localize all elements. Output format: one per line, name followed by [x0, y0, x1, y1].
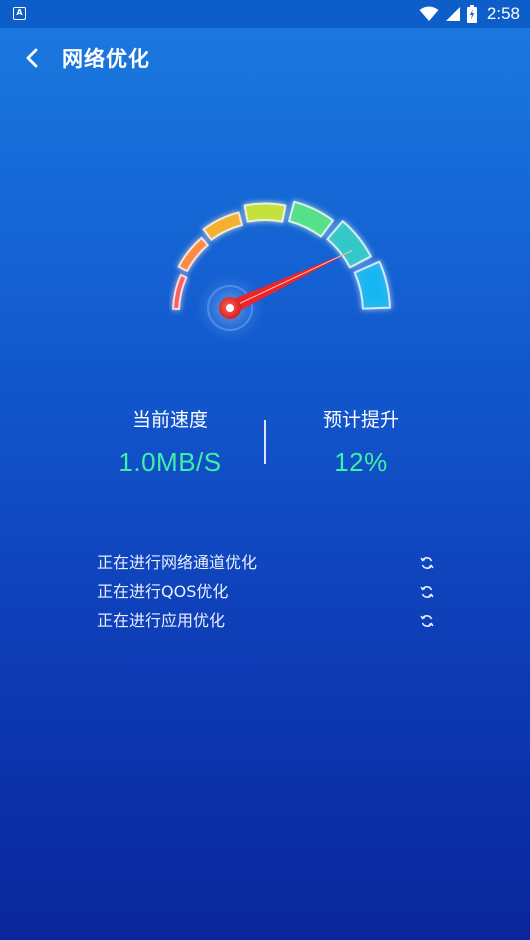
screen: A 2:58 网络优化 当前速度 1.0MB/S 预计提升 12% 正在进行网络… [0, 0, 530, 940]
speed-stats: 当前速度 1.0MB/S 预计提升 12% [0, 400, 530, 490]
task-item-qos: 正在进行QOS优化 [97, 577, 442, 606]
gauge-segment [353, 260, 391, 310]
optimization-task-list: 正在进行网络通道优化 正在进行QOS优化 正在进行应用优化 [97, 548, 442, 635]
cell-signal-icon [445, 7, 460, 21]
refresh-icon [420, 615, 434, 627]
app-header: 网络优化 [0, 28, 530, 88]
status-time: 2:58 [486, 4, 520, 23]
gauge-hub-dot [226, 304, 234, 312]
status-bar: A 2:58 [0, 0, 530, 28]
back-button[interactable] [14, 42, 50, 74]
refresh-icon [420, 557, 434, 569]
chevron-left-icon [26, 48, 38, 68]
speed-gauge [172, 200, 391, 342]
current-speed-stat: 当前速度 1.0MB/S [70, 400, 270, 484]
expected-boost-stat: 预计提升 12% [261, 400, 461, 484]
gauge-segment [243, 202, 287, 223]
app-a-icon: A [13, 7, 26, 20]
gauge-segment [326, 219, 373, 269]
task-label: 正在进行应用优化 [97, 611, 226, 630]
task-item-app: 正在进行应用优化 [97, 606, 442, 635]
gauge-segment [172, 273, 188, 311]
wifi-icon [419, 6, 439, 21]
task-item-network-channel: 正在进行网络通道优化 [97, 548, 442, 577]
expected-boost-label: 预计提升 [322, 409, 399, 431]
page-title: 网络优化 [62, 47, 150, 71]
task-label: 正在进行网络通道优化 [97, 553, 258, 572]
gauge-segment [177, 236, 210, 273]
gauge-segment [202, 211, 244, 242]
task-label: 正在进行QOS优化 [97, 582, 229, 601]
current-speed-label: 当前速度 [131, 409, 208, 431]
expected-boost-value: 12% [334, 447, 388, 477]
battery-icon [466, 5, 477, 23]
needle-highlight [229, 250, 353, 309]
gauge-segment [287, 200, 335, 238]
current-speed-value: 1.0MB/S [118, 447, 222, 477]
refresh-icon [420, 586, 434, 598]
status-icons: 2:58 [419, 3, 520, 25]
